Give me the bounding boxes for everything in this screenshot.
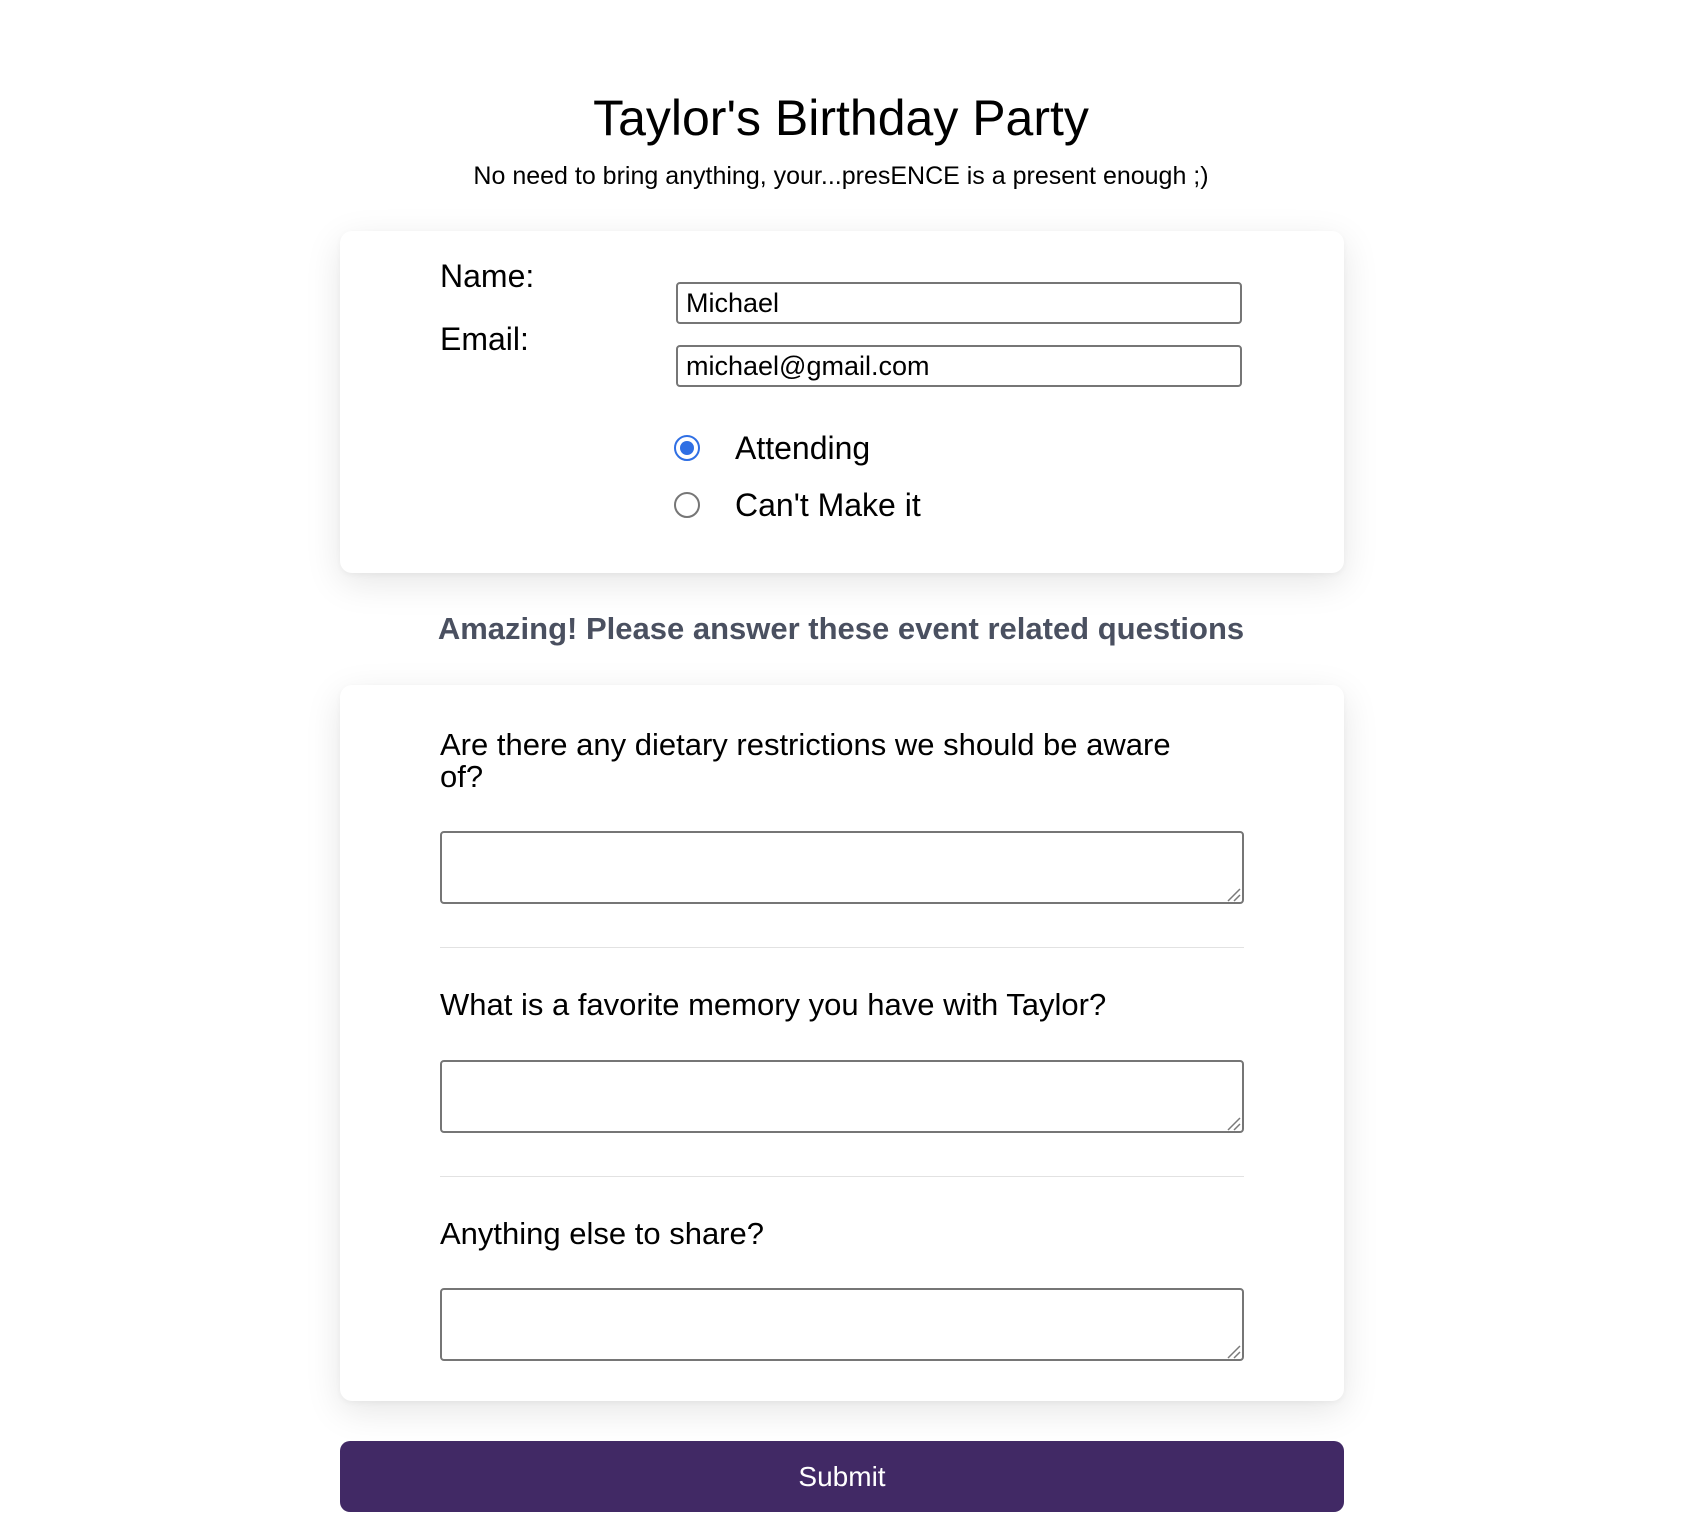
question-anything-else: Anything else to share? [440, 1216, 764, 1251]
questions-heading: Amazing! Please answer these event relat… [437, 611, 1245, 646]
question-memory: What is a favorite memory you have with … [440, 987, 1107, 1022]
radio-option-cant-make-it[interactable]: Can't Make it [674, 485, 921, 525]
email-input[interactable] [676, 345, 1242, 387]
dietary-answer-textarea[interactable] [440, 831, 1244, 904]
radio-option-attending[interactable]: Attending [674, 428, 870, 468]
attending-label[interactable]: Attending [735, 428, 870, 468]
question-divider [440, 1176, 1244, 1177]
name-label: Name: [440, 258, 535, 294]
question-dietary: Are there any dietary restrictions we sh… [440, 727, 1171, 794]
memory-answer-textarea[interactable] [440, 1060, 1244, 1133]
questions-card: Are there any dietary restrictions we sh… [340, 685, 1344, 1401]
name-input[interactable] [676, 282, 1242, 324]
attending-radio[interactable] [674, 435, 700, 461]
page-subtitle: No need to bring anything, your...presEN… [473, 162, 1209, 190]
cant-make-it-radio[interactable] [674, 492, 700, 518]
cant-make-it-label[interactable]: Can't Make it [735, 485, 921, 525]
question-divider [440, 947, 1244, 948]
anything-else-answer-textarea[interactable] [440, 1288, 1244, 1361]
contact-card: Name: Email: Attending Can't Make it [340, 231, 1344, 573]
email-label: Email: [440, 321, 529, 357]
page-title: Taylor's Birthday Party [593, 90, 1089, 146]
submit-button[interactable]: Submit [340, 1441, 1344, 1512]
